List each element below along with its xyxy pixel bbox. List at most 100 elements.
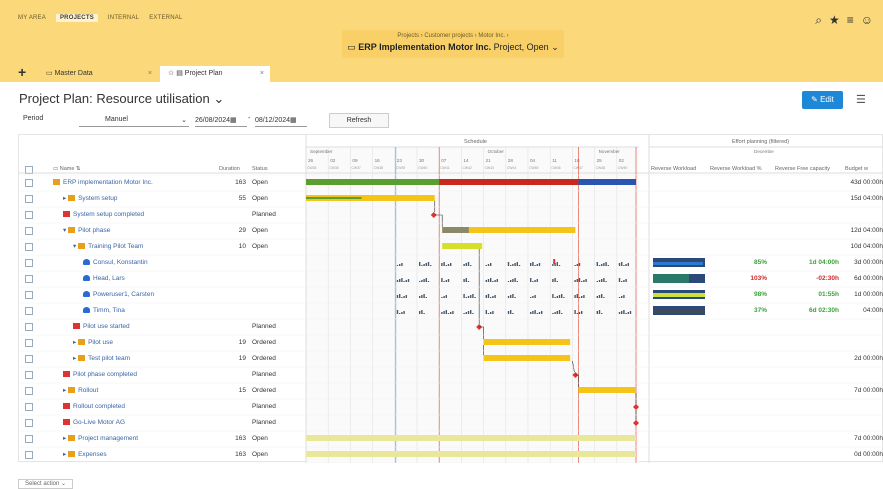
refresh-button[interactable]: Refresh	[329, 113, 389, 128]
table-row[interactable]: Consul, Konstantin 3d 00:00h 85% 1d 04:00h	[19, 255, 883, 271]
table-row[interactable]: Pilot use started Planned	[19, 319, 883, 335]
row-free-capacity: 1d 04:00h	[809, 259, 839, 266]
row-checkbox[interactable]	[25, 195, 33, 203]
settings-sliders-icon[interactable]: ☰	[856, 93, 866, 106]
row-checkbox[interactable]	[25, 211, 33, 219]
row-name[interactable]: ▸ Pilot use	[73, 335, 113, 351]
row-name[interactable]: ▸ Project management	[63, 431, 138, 447]
folder-icon	[68, 435, 76, 442]
table-row[interactable]: Go-Live Motor AG Planned	[19, 415, 883, 431]
table-row[interactable]: ▸ Rollout 15 Ordered 7d 00:00h	[19, 383, 883, 399]
menu-icon[interactable]: ≡	[847, 13, 854, 28]
nav-my-area[interactable]: MY AREA	[18, 15, 46, 22]
row-name[interactable]: System setup completed	[63, 207, 144, 223]
avatar-icon[interactable]: ☺	[861, 13, 873, 28]
table-row[interactable]: Rollout completed Planned	[19, 399, 883, 415]
row-name[interactable]: Timm, Tina	[83, 303, 125, 319]
chevron-down-icon[interactable]: ⌄	[213, 91, 224, 106]
table-row[interactable]: Pilot phase completed Planned	[19, 367, 883, 383]
search-icon[interactable]: ⌕	[815, 13, 822, 28]
table-row[interactable]: Timm, Tina 04:00h 37% 6d 02:30h	[19, 303, 883, 319]
row-checkbox[interactable]	[25, 323, 33, 331]
nav-external[interactable]: EXTERNAL	[149, 15, 182, 22]
table-row[interactable]: ▾ Pilot phase 29 Open 12d 04:00h	[19, 223, 883, 239]
row-status: Planned	[252, 371, 276, 378]
star-outline-icon[interactable]: ☆	[168, 70, 174, 77]
tab-project-plan[interactable]: ☆ ▤ Project Plan ×	[160, 66, 270, 82]
add-tab-button[interactable]: +	[18, 64, 26, 80]
row-name[interactable]: Poweruser1, Carsten	[83, 287, 154, 303]
nav-projects[interactable]: PROJECTS	[55, 14, 98, 22]
row-checkbox[interactable]	[25, 435, 33, 443]
row-name[interactable]: ▾ Pilot phase	[63, 223, 110, 239]
project-grid: ▭ Name ⇅ Duration Status Schedule Effort…	[18, 134, 883, 463]
breadcrumb[interactable]: Projects › Customer projects › Motor Inc…	[342, 33, 564, 39]
table-row[interactable]: Poweruser1, Carsten 1d 00:00h 98% 01:55h	[19, 287, 883, 303]
table-row[interactable]: System setup completed Planned	[19, 207, 883, 223]
folder-icon	[68, 195, 76, 202]
edit-button[interactable]: ✎ Edit	[802, 91, 843, 109]
action-select[interactable]: Select action ⌄	[18, 479, 74, 489]
row-name[interactable]: Rollout completed	[63, 399, 125, 415]
table-row[interactable]: ▸ Test pilot team 19 Ordered 2d 00:00h	[19, 351, 883, 367]
day-label: 28	[508, 158, 514, 163]
table-row[interactable]: ▸ Expenses 163 Open 0d 00:00h	[19, 447, 883, 463]
row-checkbox[interactable]	[25, 227, 33, 235]
row-duration: 19	[238, 339, 246, 346]
month-label: Decembe	[754, 149, 774, 154]
row-name[interactable]: ▸ Expenses	[63, 447, 107, 463]
row-name[interactable]: ▸ Rollout	[63, 383, 98, 399]
table-row[interactable]: ▸ Project management 163 Open 7d 00:00h	[19, 431, 883, 447]
calendar-icon[interactable]: ▦	[230, 117, 237, 124]
calendar-icon[interactable]: ▦	[290, 117, 297, 124]
row-checkbox[interactable]	[25, 259, 33, 267]
row-checkbox[interactable]	[25, 403, 33, 411]
row-checkbox[interactable]	[25, 451, 33, 459]
row-checkbox[interactable]	[25, 339, 33, 347]
project-selector[interactable]: Projects › Customer projects › Motor Inc…	[342, 30, 564, 58]
row-checkbox[interactable]	[25, 387, 33, 395]
day-label: 26	[308, 158, 314, 163]
row-checkbox[interactable]	[25, 355, 33, 363]
row-name[interactable]: ▾ Training Pilot Team	[73, 239, 143, 255]
row-name[interactable]: ▸ System setup	[63, 191, 117, 207]
table-row[interactable]: ▸ Pilot use 19 Ordered	[19, 335, 883, 351]
row-name[interactable]: Pilot use started	[73, 319, 130, 335]
row-name[interactable]: ▸ Test pilot team	[73, 351, 130, 367]
row-checkbox[interactable]	[25, 291, 33, 299]
project-title[interactable]: ▭ ERP Implementation Motor Inc. Project,…	[342, 42, 564, 53]
row-name[interactable]: Consul, Konstantin	[83, 255, 148, 271]
row-name[interactable]: Head, Lars	[83, 271, 125, 287]
row-name[interactable]: ERP implementation Motor Inc.	[53, 175, 153, 191]
row-name[interactable]: Pilot phase completed	[63, 367, 137, 383]
chart-icon: ▤	[176, 70, 185, 77]
row-checkbox[interactable]	[25, 419, 33, 427]
tab-bar: + ▭ Master Data × ☆ ▤ Project Plan ×	[0, 64, 883, 82]
row-checkbox[interactable]	[25, 275, 33, 283]
period-mode-select[interactable]: Manuel ⌄	[79, 114, 189, 127]
person-icon	[83, 291, 90, 298]
close-icon[interactable]: ×	[260, 66, 264, 82]
row-duration: 163	[235, 435, 246, 442]
close-icon[interactable]: ×	[148, 66, 152, 82]
row-budget: 7d 00:00h	[854, 387, 883, 394]
table-row[interactable]: ERP implementation Motor Inc. 163 Open 43d …	[19, 175, 883, 191]
row-checkbox[interactable]	[25, 179, 33, 187]
page-title[interactable]: Project Plan: Resource utilisation ⌄	[19, 91, 224, 107]
table-row[interactable]: ▸ System setup 55 Open 15d 04:00h	[19, 191, 883, 207]
date-to-field[interactable]: 08/12/2024▦	[255, 114, 307, 127]
table-row[interactable]: Head, Lars 6d 00:00h 103% -02:30h	[19, 271, 883, 287]
row-budget: 15d 04:00h	[850, 195, 883, 202]
star-icon[interactable]: ★	[829, 13, 840, 28]
nav-internal[interactable]: INTERNAL	[108, 15, 139, 22]
tab-master-data[interactable]: ▭ Master Data ×	[38, 66, 158, 82]
date-from-field[interactable]: 26/08/2024▦	[195, 114, 247, 127]
row-checkbox[interactable]	[25, 371, 33, 379]
row-name[interactable]: Go-Live Motor AG	[63, 415, 125, 431]
row-status: Open	[252, 435, 268, 442]
row-checkbox[interactable]	[25, 243, 33, 251]
milestone-icon	[73, 323, 80, 330]
table-row[interactable]: ▾ Training Pilot Team 10 Open 10d 04:00h	[19, 239, 883, 255]
row-name-text: Pilot use	[88, 339, 114, 346]
row-checkbox[interactable]	[25, 307, 33, 315]
